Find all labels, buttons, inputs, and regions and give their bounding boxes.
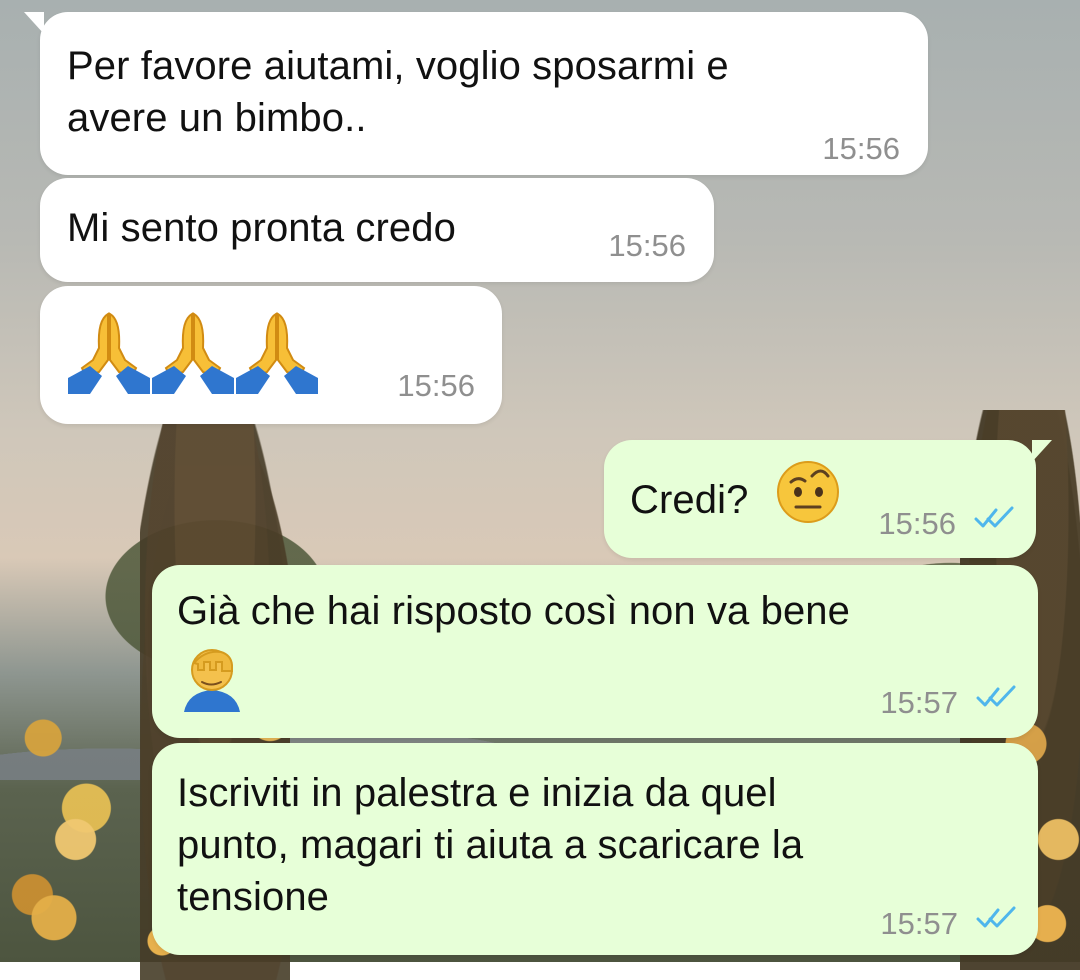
incoming-message-bubble[interactable]: 15:56: [40, 286, 502, 424]
message-text: Per favore aiutami, voglio sposarmi e av…: [67, 44, 729, 140]
incoming-message-bubble[interactable]: Per favore aiutami, voglio sposarmi e av…: [24, 12, 928, 175]
folded-hands-icon: [152, 312, 234, 394]
message-text: Iscriviti in palestra e inizia da quel p…: [177, 771, 804, 919]
double-check-read-icon: [974, 506, 1014, 528]
message-text: Già che hai risposto così non va bene: [177, 589, 850, 633]
person-facepalming-icon: [184, 649, 240, 712]
message-text: Mi sento pronta credo: [67, 206, 456, 250]
message-time: 15:57: [880, 906, 958, 941]
double-check-read-icon: [976, 685, 1016, 707]
message-time: 15:56: [878, 506, 956, 541]
message-time: 15:56: [608, 228, 686, 263]
message-time: 15:56: [822, 131, 900, 166]
folded-hands-icon: [68, 312, 150, 394]
outgoing-message-bubble[interactable]: Credi? 15:56: [604, 440, 1052, 558]
message-time: 15:57: [880, 685, 958, 720]
double-check-read-icon: [976, 906, 1016, 928]
outgoing-message-bubble[interactable]: Già che hai risposto così non va bene 15…: [152, 565, 1038, 738]
folded-hands-icon: [236, 312, 318, 394]
message-text: Credi?: [630, 478, 749, 522]
message-time: 15:56: [397, 368, 475, 403]
outgoing-message-bubble[interactable]: Iscriviti in palestra e inizia da quel p…: [152, 743, 1038, 955]
incoming-message-bubble[interactable]: Mi sento pronta credo 15:56: [40, 178, 714, 282]
face-with-raised-eyebrow-icon: [777, 461, 839, 523]
